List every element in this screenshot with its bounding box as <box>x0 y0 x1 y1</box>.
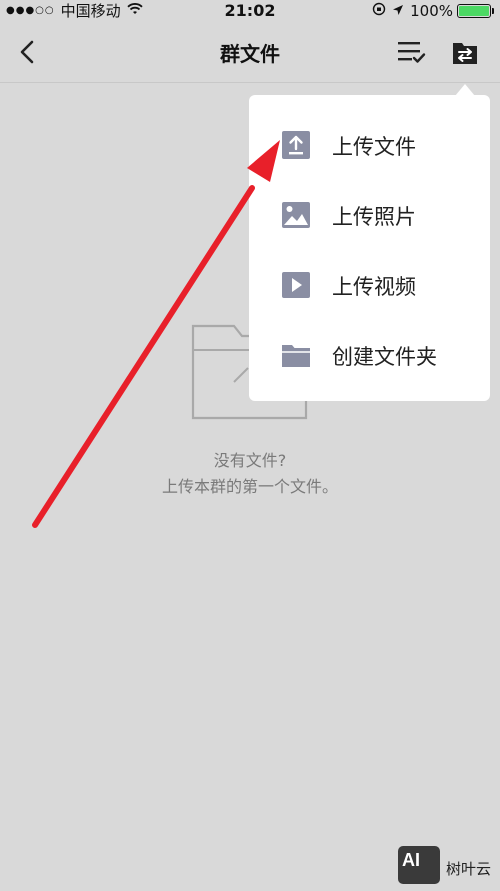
navigation-bar: 群文件 <box>0 22 500 83</box>
video-play-icon <box>281 270 311 300</box>
watermark-logo: AI <box>398 846 440 884</box>
upload-menu-button[interactable] <box>452 40 478 66</box>
upload-file-icon <box>281 130 311 160</box>
menu-item-upload-photo[interactable]: 上传照片 <box>249 180 490 250</box>
folder-icon <box>281 340 311 370</box>
orientation-lock-icon <box>372 0 386 22</box>
battery-fill <box>459 6 489 16</box>
menu-item-label: 创建文件夹 <box>332 345 437 369</box>
menu-item-create-folder[interactable]: 创建文件夹 <box>249 320 490 390</box>
menu-item-label: 上传文件 <box>332 135 416 159</box>
menu-item-upload-video[interactable]: 上传视频 <box>249 250 490 320</box>
empty-state-subtitle: 上传本群的第一个文件。 <box>161 477 338 496</box>
watermark: AI 树叶云 <box>398 846 498 886</box>
battery-percent: 100% <box>410 2 453 20</box>
menu-item-upload-file[interactable]: 上传文件 <box>249 110 490 180</box>
status-right: 100% <box>366 0 494 22</box>
sort-button[interactable] <box>396 38 426 66</box>
upload-menu: 上传文件 上传照片 上传视频 创建文件夹 <box>249 95 490 401</box>
empty-state-title: 没有文件? <box>213 451 287 470</box>
battery-tip <box>492 8 494 14</box>
upload-folder-icon <box>453 43 477 64</box>
watermark-name: 树叶云 <box>446 860 492 878</box>
battery-icon <box>457 4 491 18</box>
status-bar: ●●●○○ 中国移动 21:02 100% <box>0 0 500 22</box>
menu-item-label: 上传视频 <box>332 275 416 299</box>
watermark-logo-text: AI <box>402 850 420 870</box>
location-icon <box>392 0 404 22</box>
sort-list-icon <box>398 42 426 63</box>
image-icon <box>281 200 311 230</box>
menu-item-label: 上传照片 <box>332 205 416 229</box>
